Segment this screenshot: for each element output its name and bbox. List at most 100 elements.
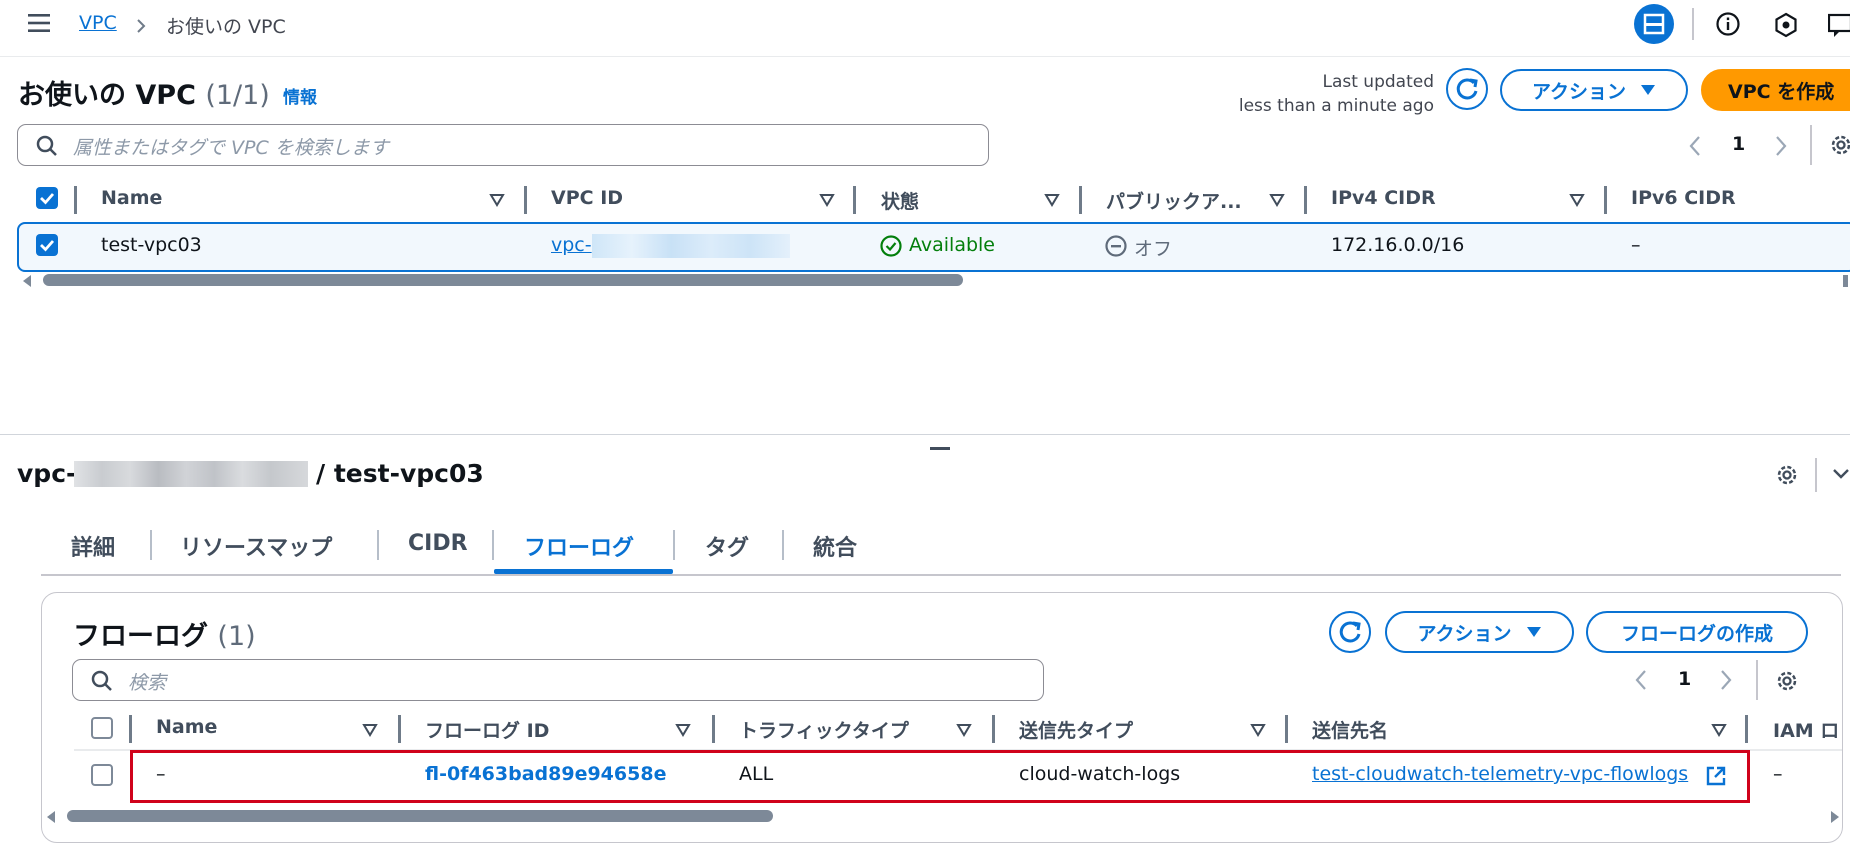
flow-logs-page-number[interactable]: 1 [1678, 668, 1691, 690]
info-link[interactable]: 情報 [283, 83, 317, 108]
sort-down-icon[interactable] [956, 723, 972, 737]
sort-down-icon[interactable] [1711, 723, 1727, 737]
row-public: オフ [1134, 238, 1173, 260]
tab-details[interactable]: 詳細 [71, 530, 115, 562]
row-state: Available [909, 234, 996, 256]
sort-down-icon[interactable] [1250, 723, 1266, 737]
column-header-ipv6[interactable]: IPv6 CIDR [1631, 187, 1736, 209]
caret-down-icon [1641, 85, 1656, 95]
page-number[interactable]: 1 [1732, 133, 1745, 155]
split-panel-toggle-icon[interactable] [1634, 4, 1674, 44]
tab-cidr[interactable]: CIDR [408, 531, 468, 556]
flow-logs-column-id[interactable]: フローログ ID [425, 716, 549, 743]
scroll-left-icon[interactable] [22, 275, 32, 287]
flow-logs-column-destination-type[interactable]: 送信先タイプ [1019, 716, 1133, 743]
search-icon [36, 135, 57, 156]
breadcrumb-current: お使いの VPC [166, 16, 286, 38]
gear-icon[interactable] [1828, 132, 1850, 158]
redacted-id-mask [592, 234, 790, 258]
details-heading-vpc-name: / test-vpc03 [316, 459, 484, 488]
row-ipv6: – [1631, 234, 1641, 256]
split-panel-resize-handle[interactable] [930, 447, 950, 450]
chevron-left-icon[interactable] [1688, 135, 1702, 157]
flow-logs-column-destination-name[interactable]: 送信先名 [1312, 716, 1388, 743]
tab-resource-map[interactable]: リソースマップ [180, 530, 332, 562]
feedback-icon[interactable] [1828, 13, 1850, 39]
chevron-right-icon [135, 18, 147, 34]
flow-logs-count: (1) [217, 621, 256, 652]
sort-down-icon[interactable] [1569, 193, 1585, 207]
menu-icon[interactable] [28, 13, 50, 33]
create-flow-log-button[interactable]: フローログの作成 [1586, 611, 1808, 653]
details-heading: vpc- [17, 459, 76, 488]
column-header-state[interactable]: 状態 [881, 187, 919, 214]
row-checkbox[interactable] [36, 234, 58, 256]
flow-logs-select-all-checkbox[interactable] [91, 717, 113, 739]
sort-down-icon[interactable] [362, 723, 378, 737]
sort-down-icon[interactable] [675, 723, 691, 737]
sort-down-icon[interactable] [819, 193, 835, 207]
vpc-count: (1/1) [205, 80, 270, 111]
flow-logs-column-name[interactable]: Name [156, 716, 217, 738]
chevron-right-icon[interactable] [1774, 135, 1788, 157]
chevron-right-icon[interactable] [1719, 669, 1733, 691]
flow-log-id-link[interactable]: fl-0f463bad89e94658e [425, 763, 666, 785]
flow-log-traffic-type: ALL [739, 763, 774, 785]
create-vpc-button-label: VPC を作成 [1728, 80, 1835, 103]
flow-log-destination-link[interactable]: test-cloudwatch-telemetry-vpc-flowlogs [1312, 763, 1688, 785]
refresh-button[interactable] [1446, 68, 1488, 110]
flow-log-name: – [156, 763, 166, 785]
create-vpc-button[interactable]: VPC を作成 [1701, 69, 1850, 111]
last-updated: Last updated less than a minute ago [1239, 70, 1434, 118]
sort-down-icon[interactable] [1269, 193, 1285, 207]
sort-down-icon[interactable] [1044, 193, 1060, 207]
search-icon [91, 670, 112, 691]
gear-icon[interactable] [1774, 668, 1800, 694]
breadcrumb-vpc-link[interactable]: VPC [79, 12, 117, 34]
flow-logs-title-text: フローログ [73, 621, 208, 652]
vpc-search-input[interactable]: 属性またはタグで VPC を検索します [17, 124, 989, 166]
select-all-checkbox[interactable] [36, 187, 58, 209]
tab-integration[interactable]: 統合 [813, 530, 857, 562]
flow-logs-search-input[interactable]: 検索 [72, 659, 1044, 701]
vpc-list-title: お使いの VPC [18, 80, 196, 111]
flow-log-destination-type: cloud-watch-logs [1019, 763, 1181, 785]
scroll-right-icon[interactable] [1843, 275, 1850, 287]
caret-down-icon [1526, 627, 1541, 637]
vpc-list-section: お使いの VPC (1/1) 情報 Last updated less than… [0, 57, 1850, 434]
scroll-left-icon[interactable] [46, 811, 56, 823]
row-vpc-id-link[interactable]: vpc- [551, 234, 592, 256]
flow-logs-actions-label: アクション [1417, 622, 1512, 645]
off-status-icon [1105, 235, 1127, 257]
vpc-search-placeholder: 属性またはタグで VPC を検索します [73, 137, 389, 159]
flow-logs-actions-button[interactable]: アクション [1385, 611, 1574, 653]
sort-down-icon[interactable] [489, 193, 505, 207]
last-updated-label: Last updated [1322, 72, 1434, 92]
chevron-left-icon[interactable] [1634, 669, 1648, 691]
flow-logs-horizontal-scrollbar[interactable] [67, 810, 773, 822]
column-header-ipv4[interactable]: IPv4 CIDR [1331, 187, 1436, 209]
external-link-icon[interactable] [1705, 765, 1727, 787]
refresh-icon [1339, 621, 1361, 643]
info-icon[interactable] [1715, 11, 1741, 37]
tab-flow-logs[interactable]: フローログ [524, 530, 634, 562]
flow-logs-title: フローログ (1) [73, 614, 256, 653]
column-header-public[interactable]: パブリックア... [1106, 187, 1242, 214]
flow-logs-column-iam-role[interactable]: IAM ロ [1773, 716, 1839, 743]
hexagon-settings-icon[interactable] [1773, 12, 1799, 38]
actions-button[interactable]: アクション [1500, 69, 1688, 111]
column-header-name[interactable]: Name [101, 187, 162, 209]
tab-tags[interactable]: タグ [705, 530, 749, 562]
flow-logs-column-traffic-type[interactable]: トラフィックタイプ [739, 716, 909, 743]
flow-logs-refresh-button[interactable] [1329, 611, 1371, 653]
panel-gear-icon[interactable] [1774, 462, 1800, 488]
scroll-right-icon[interactable] [1830, 811, 1840, 823]
page-title: お使いの VPC (1/1) [18, 73, 270, 112]
actions-button-label: アクション [1531, 80, 1627, 103]
flow-log-iam-role: – [1773, 763, 1783, 785]
flow-log-row-checkbox[interactable] [91, 764, 113, 786]
horizontal-scrollbar[interactable] [43, 274, 963, 286]
create-flow-log-label: フローログの作成 [1620, 622, 1773, 645]
chevron-down-icon[interactable] [1832, 467, 1850, 481]
column-header-vpc-id[interactable]: VPC ID [551, 187, 623, 209]
